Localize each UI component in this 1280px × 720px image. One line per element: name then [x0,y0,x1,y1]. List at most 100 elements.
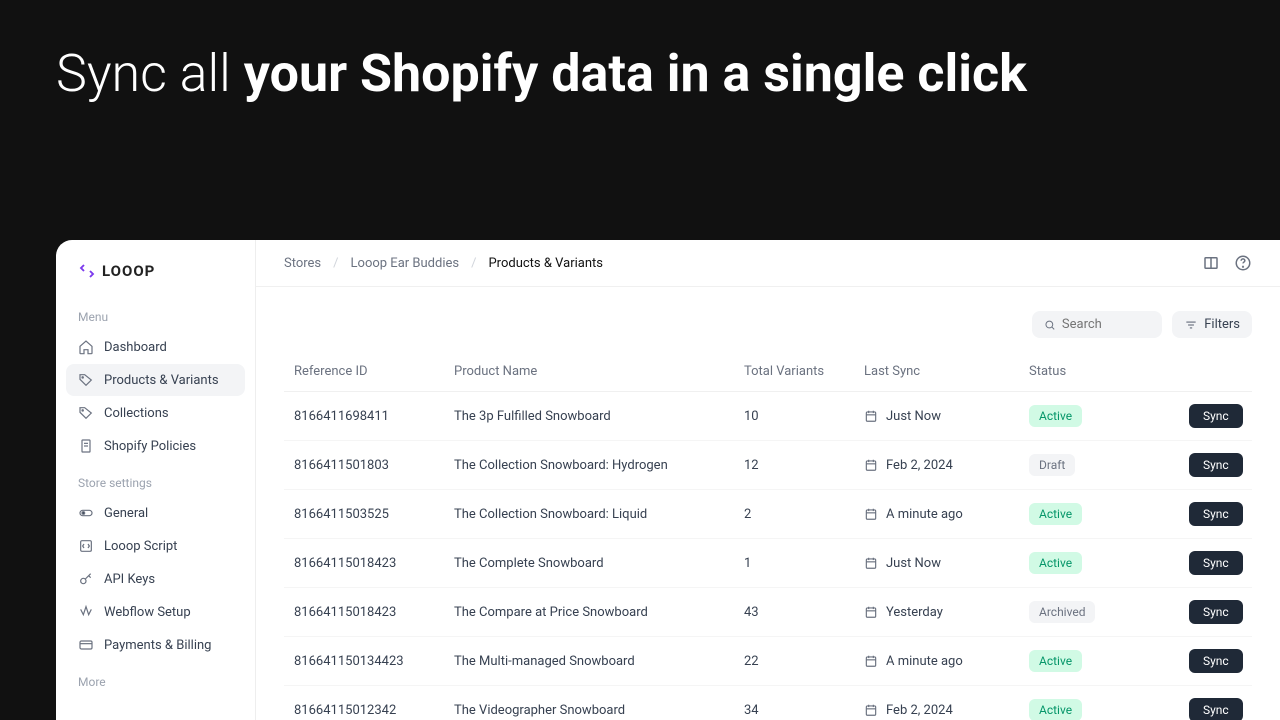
cell-status: Draft [1029,454,1189,476]
help-icon[interactable] [1234,254,1252,272]
cell-last-sync: Just Now [864,409,1029,424]
sync-button[interactable]: Sync [1189,698,1243,720]
app-window: LOOOP Menu Dashboard Products & Variants C… [56,240,1280,720]
sidebar-item-label: Collections [104,406,169,421]
hero-title: Sync all your Shopify data in a single c… [56,40,1224,108]
home-icon [78,339,94,355]
cell-last-sync: Yesterday [864,605,1029,620]
sidebar-item-label: API Keys [104,572,155,587]
calendar-icon [864,654,878,668]
cell-last-sync: Feb 2, 2024 [864,458,1029,473]
logo-icon [78,262,96,280]
sidebar-item-api-keys[interactable]: API Keys [66,563,245,595]
col-last-sync: Last Sync [864,364,1029,379]
breadcrumb-current: Products & Variants [488,256,603,271]
cell-total-variants: 12 [744,458,864,473]
sidebar-item-general[interactable]: General [66,497,245,529]
cell-product-name: The Compare at Price Snowboard [454,605,744,620]
sidebar-item-products-variants[interactable]: Products & Variants [66,364,245,396]
cell-total-variants: 22 [744,654,864,669]
sync-button[interactable]: Sync [1189,404,1243,428]
docs-icon[interactable] [1202,254,1220,272]
cell-status: Active [1029,650,1189,672]
sidebar-item-label: Webflow Setup [104,605,191,620]
sidebar-item-payments-billing[interactable]: Payments & Billing [66,629,245,661]
breadcrumb-store-name[interactable]: Looop Ear Buddies [351,256,460,271]
products-table: Reference ID Product Name Total Variants… [256,352,1280,720]
cell-last-sync: A minute ago [864,654,1029,669]
sync-button[interactable]: Sync [1189,600,1243,624]
cell-last-sync: Feb 2, 2024 [864,703,1029,718]
topbar-actions [1202,254,1252,272]
sync-button[interactable]: Sync [1189,453,1243,477]
tag2-icon [78,405,94,421]
sidebar-section-store: Store settings [66,470,245,496]
sidebar-item-shopify-policies[interactable]: Shopify Policies [66,430,245,462]
webflow-icon [78,604,94,620]
table-row[interactable]: 8166411698411 The 3p Fulfilled Snowboard… [284,392,1252,441]
table-row[interactable]: 81664115018423 The Compare at Price Snow… [284,588,1252,637]
table-row[interactable]: 816641150134423 The Multi-managed Snowbo… [284,637,1252,686]
cell-status: Active [1029,699,1189,720]
cell-status: Active [1029,552,1189,574]
status-badge: Active [1029,699,1082,720]
status-badge: Active [1029,552,1082,574]
col-total-variants: Total Variants [744,364,864,379]
sidebar-item-label: Looop Script [104,539,177,554]
col-status: Status [1029,364,1189,379]
sync-button[interactable]: Sync [1189,551,1243,575]
sidebar-item-label: Shopify Policies [104,439,196,454]
calendar-icon [864,605,878,619]
col-reference-id: Reference ID [294,364,454,379]
cell-reference-id: 81664115018423 [294,605,454,620]
cell-product-name: The 3p Fulfilled Snowboard [454,409,744,424]
sidebar-item-label: Products & Variants [104,373,219,388]
status-badge: Draft [1029,454,1075,476]
cell-status: Active [1029,405,1189,427]
cell-product-name: The Collection Snowboard: Hydrogen [454,458,744,473]
sidebar-item-label: General [104,506,148,521]
filters-button[interactable]: Filters [1172,311,1252,338]
cell-status: Archived [1029,601,1189,623]
calendar-icon [864,507,878,521]
calendar-icon [864,703,878,717]
toolbar: Filters [256,287,1280,352]
sidebar-item-label: Payments & Billing [104,638,211,653]
breadcrumb: Stores / Looop Ear Buddies / Products & … [284,256,603,271]
cell-total-variants: 43 [744,605,864,620]
calendar-icon [864,409,878,423]
table-row[interactable]: 8166411501803 The Collection Snowboard: … [284,441,1252,490]
cell-reference-id: 8166411698411 [294,409,454,424]
status-badge: Active [1029,503,1082,525]
cell-reference-id: 81664115018423 [294,556,454,571]
toggle-icon [78,505,94,521]
table-row[interactable]: 81664115018423 The Complete Snowboard 1 … [284,539,1252,588]
key-icon [78,571,94,587]
cell-product-name: The Videographer Snowboard [454,703,744,718]
cell-last-sync: Just Now [864,556,1029,571]
sidebar-item-looop-script[interactable]: Looop Script [66,530,245,562]
cell-product-name: The Collection Snowboard: Liquid [454,507,744,522]
cell-product-name: The Multi-managed Snowboard [454,654,744,669]
sync-button[interactable]: Sync [1189,502,1243,526]
sidebar-item-dashboard[interactable]: Dashboard [66,331,245,363]
status-badge: Active [1029,405,1082,427]
cell-status: Active [1029,503,1189,525]
sidebar-item-label: Dashboard [104,340,167,355]
topbar: Stores / Looop Ear Buddies / Products & … [256,240,1280,287]
search-icon [1044,318,1056,332]
search-box[interactable] [1032,311,1162,338]
table-row[interactable]: 8166411503525 The Collection Snowboard: … [284,490,1252,539]
breadcrumb-stores[interactable]: Stores [284,256,321,271]
sidebar-item-webflow-setup[interactable]: Webflow Setup [66,596,245,628]
script-icon [78,538,94,554]
sidebar-section-menu: Menu [66,304,245,330]
search-input[interactable] [1062,317,1150,332]
sidebar-item-collections[interactable]: Collections [66,397,245,429]
cell-total-variants: 34 [744,703,864,718]
filter-icon [1184,318,1198,332]
sync-button[interactable]: Sync [1189,649,1243,673]
logo[interactable]: LOOOP [66,258,245,280]
table-row[interactable]: 81664115012342 The Videographer Snowboar… [284,686,1252,720]
tag-icon [78,372,94,388]
